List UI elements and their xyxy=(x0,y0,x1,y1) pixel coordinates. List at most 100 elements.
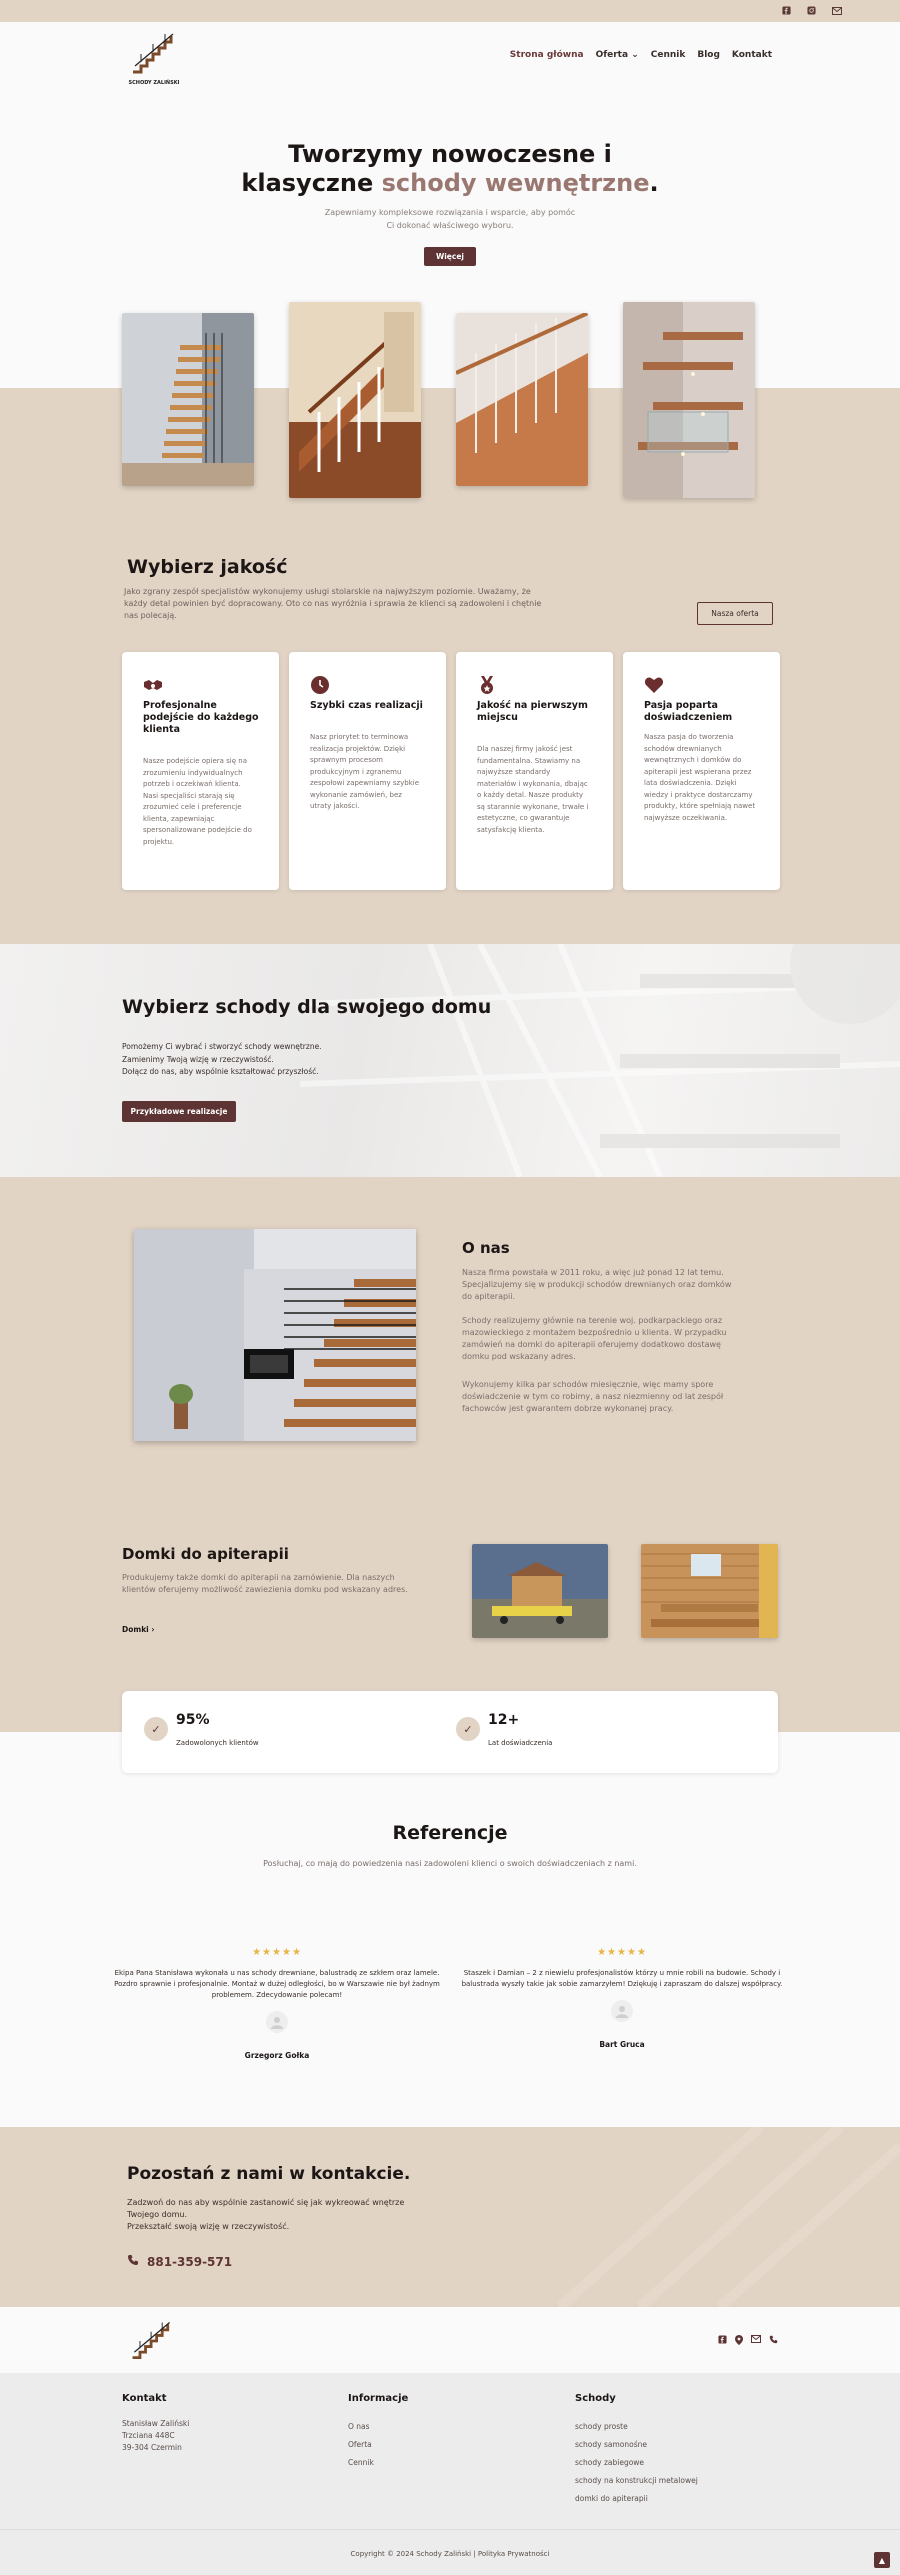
our-offer-button[interactable]: Nasza oferta xyxy=(697,602,773,625)
about-paragraph-1: Nasza firma powstała w 2011 roku, a więc… xyxy=(462,1268,732,1301)
about-paragraph-2: Schody realizujemy głównie na terenie wo… xyxy=(462,1316,727,1361)
nav-pricing[interactable]: Cennik xyxy=(651,50,686,60)
footer-main: Kontakt Stanisław Zaliński Trzciana 448C… xyxy=(0,2373,900,2529)
footer-stairs-column: Schody schody proste schody samonośne sc… xyxy=(575,2393,698,2508)
references-title: Referencje xyxy=(392,1822,508,1844)
feature-card-quality: Jakość na pierwszym miejscu Dla naszej f… xyxy=(456,652,613,890)
stat-label: Zadowolonych klientów xyxy=(176,1739,259,1747)
phone-number: 881-359-571 xyxy=(147,2254,233,2269)
location-icon[interactable] xyxy=(735,2335,743,2348)
footer-link-offer[interactable]: Oferta xyxy=(348,2436,408,2454)
domki-photo-1 xyxy=(472,1544,608,1638)
hero-title-line1: Tworzymy nowoczesne i xyxy=(288,140,612,168)
card-title: Jakość na pierwszym miejscu xyxy=(477,700,588,723)
stairs-text-line3: Dołącz do nas, aby wspólnie kształtować … xyxy=(122,1067,319,1076)
rating-stars: ★★★★★ xyxy=(597,1947,647,1958)
footer-link-winder-stairs[interactable]: schody zabiegowe xyxy=(575,2454,698,2472)
stairs-photo-2 xyxy=(289,302,421,498)
hero-title-prefix: klasyczne xyxy=(241,169,382,197)
logo-text: SCHODY ZALIŃSKI xyxy=(128,80,180,86)
stairs-text-line1: Pomożemy Ci wybrać i stworzyć schody wew… xyxy=(122,1042,322,1051)
footer-contact-column: Kontakt Stanisław Zaliński Trzciana 448C… xyxy=(122,2393,189,2454)
hero-title: Tworzymy nowoczesne i klasyczne schody w… xyxy=(0,140,900,198)
card-text: Nasz priorytet to terminowa realizacja p… xyxy=(310,733,420,810)
feature-card-professional: Profesjonalne podejście do każdego klien… xyxy=(122,652,279,890)
footer-top xyxy=(0,2307,900,2373)
stairs-photo-4 xyxy=(623,302,755,498)
footer-bottom: Copyright © 2024 Schody Zaliński | Polit… xyxy=(0,2529,900,2575)
heart-icon xyxy=(644,675,664,695)
hero-subtitle: Zapewniamy kompleksowe rozwiązania i wsp… xyxy=(300,206,600,232)
facebook-icon[interactable] xyxy=(781,5,792,16)
contact-cta-line3: Przekształć swoją wizję w rzeczywistość. xyxy=(127,2222,290,2231)
domki-photo-2 xyxy=(641,1544,778,1638)
footer-contact-line: Trzciana 448C xyxy=(122,2431,175,2440)
phone-icon xyxy=(127,2254,139,2269)
medal-icon xyxy=(477,675,497,695)
more-button[interactable]: Więcej xyxy=(424,247,476,266)
review-card: ★★★★★ Staszek i Damian – 2 z niewielu pr… xyxy=(452,1947,792,2049)
footer-contact-line: Stanisław Zaliński xyxy=(122,2419,190,2428)
stat-value: 95% xyxy=(176,1712,210,1728)
review-card: ★★★★★ Ekipa Pana Stanisława wykonała u n… xyxy=(107,1947,447,2060)
stairs-text-line2: Zamienimy Twoją wizję w rzeczywistość. xyxy=(122,1054,274,1064)
stairs-photo-3 xyxy=(456,313,588,486)
logo[interactable]: SCHODY ZALIŃSKI xyxy=(127,30,181,86)
nav-offer[interactable]: Oferta ⌄ xyxy=(596,50,639,60)
card-title: Pasja poparta doświadczeniem xyxy=(644,700,733,723)
footer-link-metal-frame-stairs[interactable]: schody na konstrukcji metalowej xyxy=(575,2472,698,2490)
quality-text: Jako zgrany zespół specjalistów wykonuje… xyxy=(124,587,542,620)
card-text: Dla naszej firmy jakość jest fundamental… xyxy=(477,745,589,834)
mail-icon[interactable] xyxy=(831,5,842,16)
footer-link-self-supporting-stairs[interactable]: schody samonośne xyxy=(575,2436,698,2454)
phone-link[interactable]: 881-359-571 xyxy=(127,2254,232,2269)
footer-link-pricing[interactable]: Cennik xyxy=(348,2454,408,2472)
hero-subtitle-line1: Zapewniamy kompleksowe rozwiązania i wsp… xyxy=(324,208,576,217)
stairs-title: Wybierz schody dla swojego domu xyxy=(122,996,492,1018)
domki-title: Domki do apiterapii xyxy=(122,1545,289,1563)
hero-title-accent: schody wewnętrzne xyxy=(381,169,650,197)
review-text: Staszek i Damian – 2 z niewielu profesjo… xyxy=(461,1969,783,1988)
instagram-icon[interactable] xyxy=(806,5,817,16)
contact-cta-line1: Zadzwoń do nas aby wspólnie zastanowić s… xyxy=(127,2198,405,2207)
nav-blog[interactable]: Blog xyxy=(697,50,720,60)
stat-value: 12+ xyxy=(488,1712,520,1728)
card-text: Nasze podejście opiera się na zrozumieni… xyxy=(143,757,252,846)
feature-card-fast: Szybki czas realizacji Nasz priorytet to… xyxy=(289,652,446,890)
nav-home[interactable]: Strona główna xyxy=(510,50,584,60)
chevron-up-icon: ▲ xyxy=(878,2555,886,2565)
footer-link-apitherapy-houses[interactable]: domki do apiterapii xyxy=(575,2490,698,2508)
footer-contact-line: 39-304 Czermin xyxy=(122,2443,182,2452)
avatar xyxy=(266,2011,288,2033)
copyright: Copyright © 2024 Schody Zaliński | Polit… xyxy=(350,2550,550,2558)
about-paragraph-3: Wykonujemy kilka par schodów miesięcznie… xyxy=(462,1380,724,1413)
top-bar xyxy=(0,0,900,22)
review-text: Ekipa Pana Stanisława wykonała u nas sch… xyxy=(114,1969,440,1999)
footer-link-about[interactable]: O nas xyxy=(348,2418,408,2436)
references-subtitle: Posłuchaj, co mają do powiedzenia nasi z… xyxy=(263,1859,637,1868)
mail-icon[interactable] xyxy=(751,2335,761,2348)
domki-link[interactable]: Domki › xyxy=(122,1625,154,1634)
card-title: Szybki czas realizacji xyxy=(310,700,423,711)
stairs-text: Pomożemy Ci wybrać i stworzyć schody wew… xyxy=(122,1041,422,1079)
check-icon: ✓ xyxy=(456,1717,480,1741)
scroll-to-top-button[interactable]: ▲ xyxy=(874,2552,890,2568)
stairs-photo-1 xyxy=(122,313,254,486)
page: SCHODY ZALIŃSKI Strona główna Oferta ⌄ C… xyxy=(0,0,900,2575)
feature-card-passion: Pasja poparta doświadczeniem Nasza pasja… xyxy=(623,652,780,890)
footer-heading: Informacje xyxy=(348,2393,409,2404)
clock-icon xyxy=(310,675,330,695)
sample-projects-button[interactable]: Przykładowe realizacje xyxy=(122,1101,236,1122)
contact-cta-text: Zadzwoń do nas aby wspólnie zastanowić s… xyxy=(127,2197,427,2233)
rating-stars: ★★★★★ xyxy=(252,1947,302,1958)
footer-logo[interactable] xyxy=(127,2317,177,2365)
nav-contact[interactable]: Kontakt xyxy=(732,50,772,60)
facebook-icon[interactable] xyxy=(718,2335,727,2348)
domki-text: Produkujemy także domki do apiterapii na… xyxy=(122,1573,408,1594)
about-photo xyxy=(134,1229,416,1441)
footer-heading: Schody xyxy=(575,2393,616,2404)
stat-label: Lat doświadczenia xyxy=(488,1739,553,1747)
phone-icon[interactable] xyxy=(769,2335,778,2348)
handshake-icon xyxy=(143,675,163,695)
footer-link-straight-stairs[interactable]: schody proste xyxy=(575,2418,698,2436)
